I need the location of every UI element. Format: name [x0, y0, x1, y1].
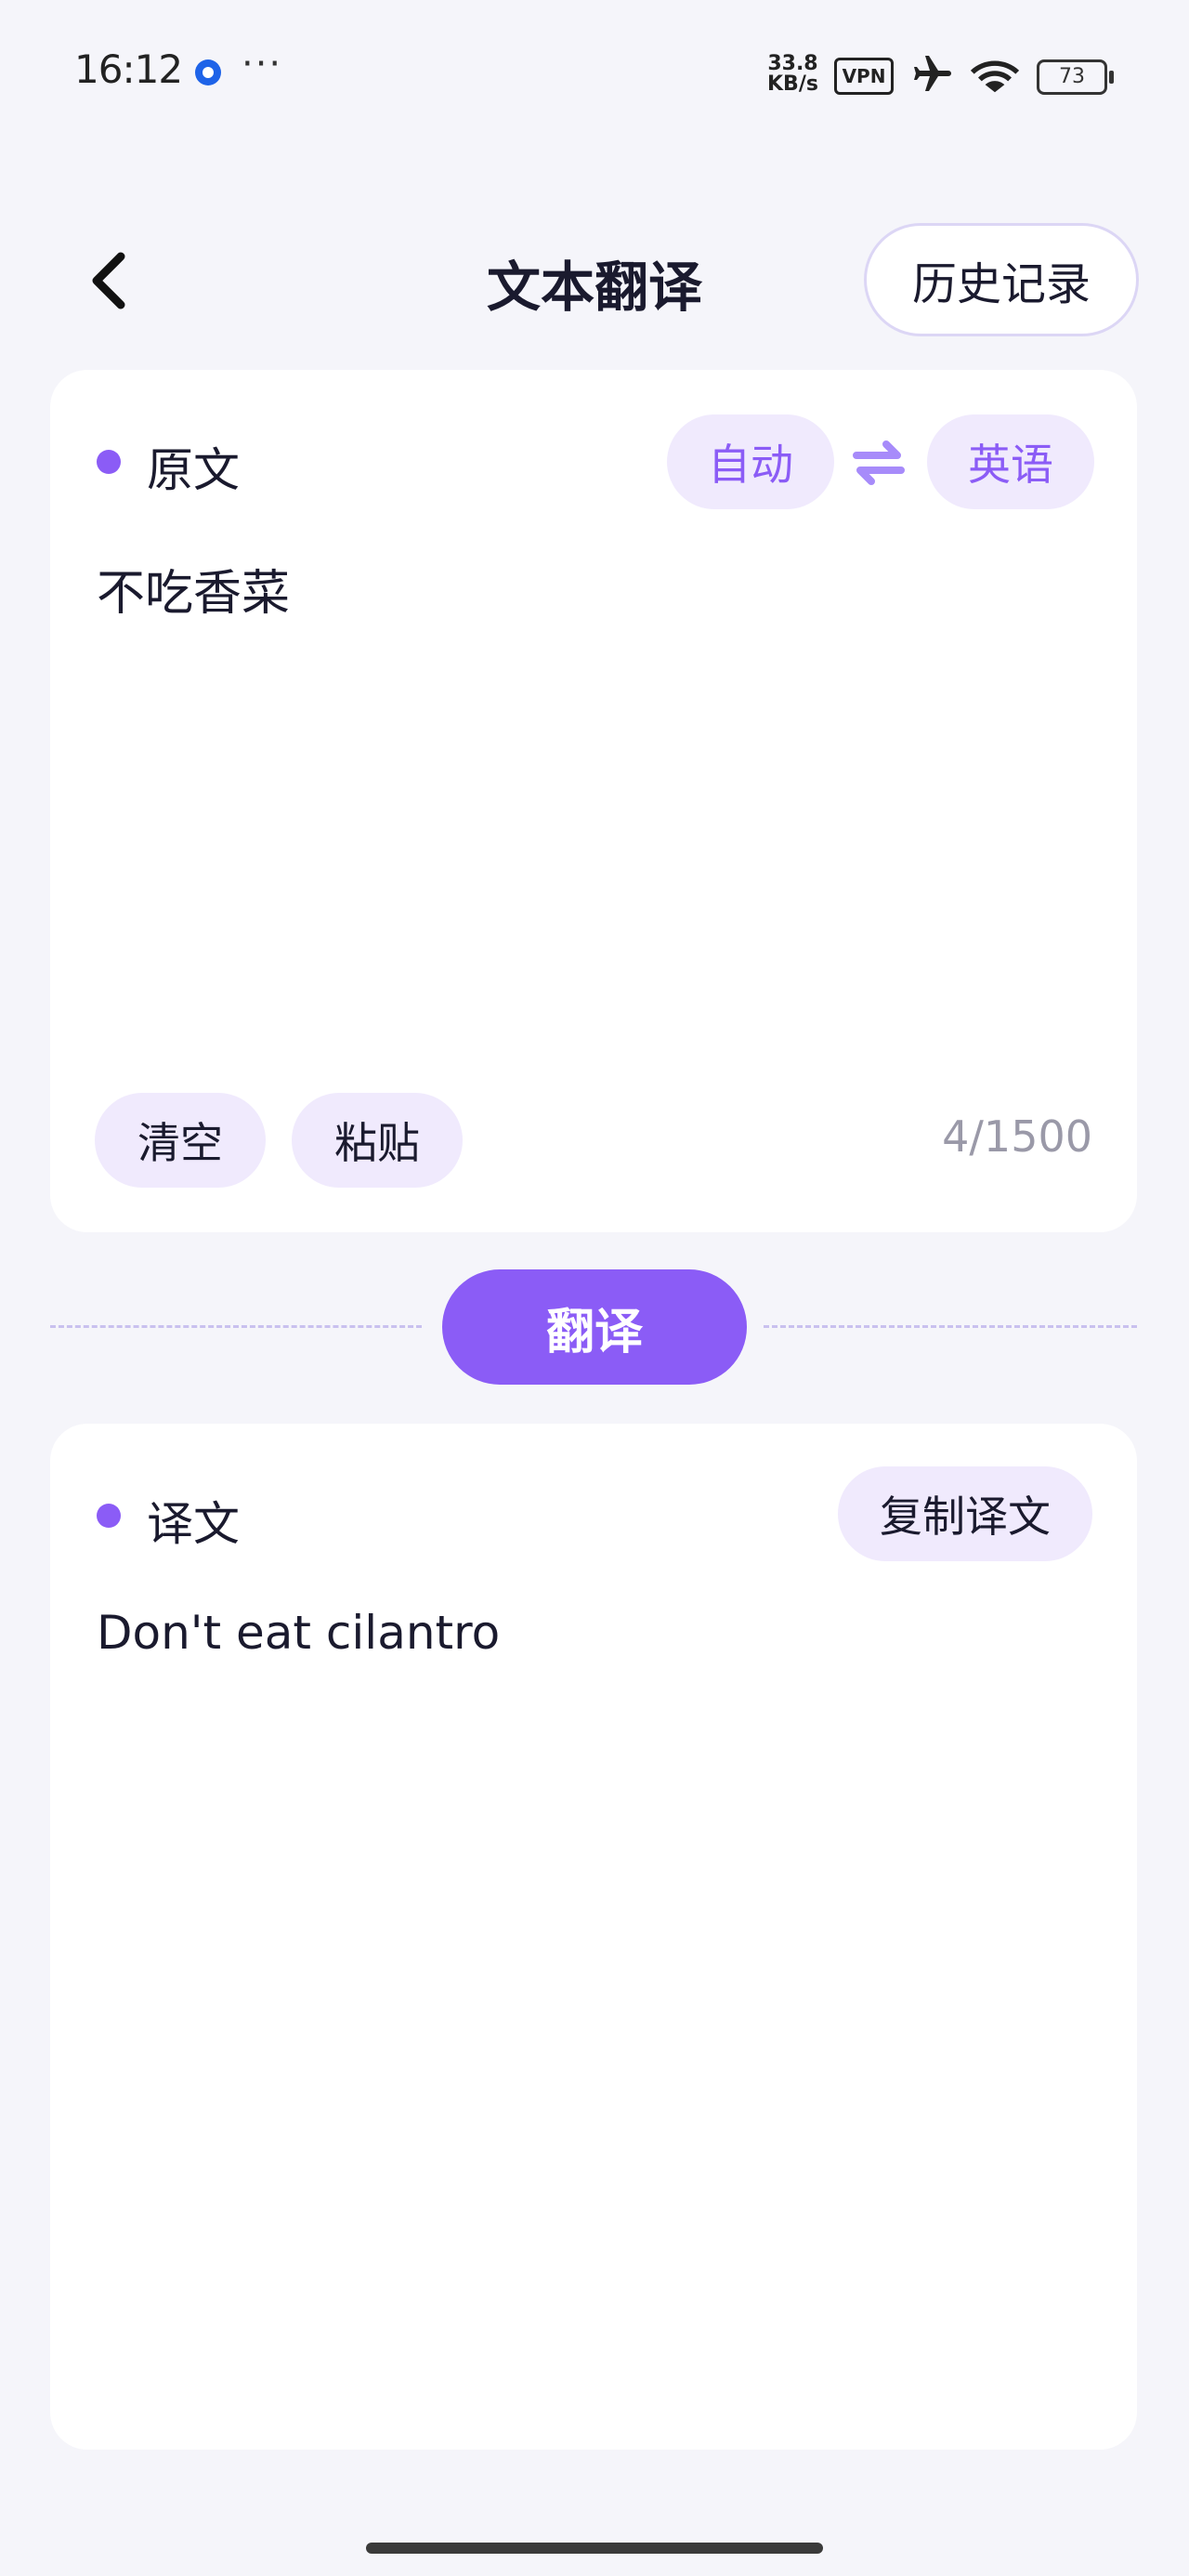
- app-notification-icon: [195, 59, 221, 85]
- source-text-input[interactable]: 不吃香菜: [97, 554, 290, 624]
- result-dot-icon: [97, 1504, 121, 1528]
- wifi-icon: [970, 60, 1020, 93]
- source-label: 原文: [147, 443, 240, 497]
- result-label: 译文: [147, 1497, 240, 1551]
- history-button[interactable]: 历史记录: [864, 223, 1139, 336]
- clear-button[interactable]: 清空: [95, 1093, 266, 1188]
- paste-button[interactable]: 粘贴: [292, 1093, 463, 1188]
- airplane-icon: [914, 56, 951, 91]
- divider-right: [764, 1325, 1137, 1328]
- vpn-badge: VPN: [834, 58, 894, 95]
- status-time: 16:12: [74, 46, 183, 92]
- translate-button[interactable]: 翻译: [442, 1269, 747, 1385]
- network-speed-unit: KB/s: [767, 72, 818, 96]
- copy-translation-button[interactable]: 复制译文: [838, 1466, 1092, 1561]
- result-text: Don't eat cilantro: [97, 1606, 501, 1660]
- more-notifications-icon: ···: [242, 43, 283, 85]
- network-speed-value: 33.8: [767, 52, 818, 75]
- battery-icon: 73: [1037, 59, 1114, 95]
- divider-left: [50, 1325, 422, 1328]
- network-speed: 33.8 KB/s: [767, 54, 818, 95]
- result-card: [50, 1424, 1137, 2450]
- swap-arrows-icon[interactable]: [849, 437, 908, 489]
- character-counter: 4/1500: [942, 1111, 1092, 1162]
- source-language-button[interactable]: 自动: [667, 414, 834, 509]
- home-indicator[interactable]: [366, 2543, 823, 2554]
- target-language-button[interactable]: 英语: [927, 414, 1094, 509]
- source-dot-icon: [97, 450, 121, 474]
